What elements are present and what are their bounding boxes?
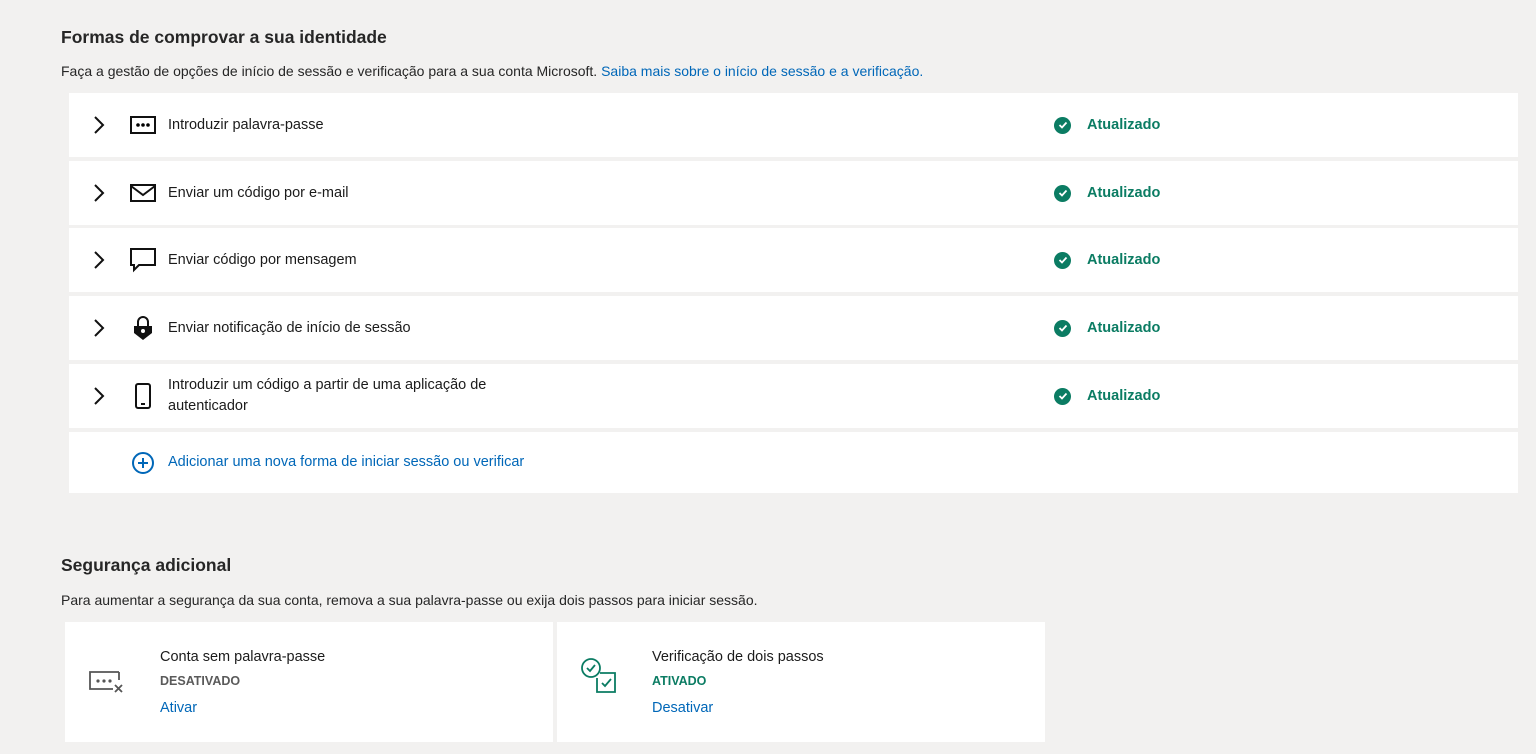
method-label: Enviar um código por e-mail [168,183,528,204]
lock-shield-icon [129,314,157,342]
method-row[interactable]: Enviar código por mensagem Atualizado [69,228,1518,292]
two-step-check-icon [579,656,619,696]
status-badge: Atualizado [1054,320,1160,337]
activate-link[interactable]: Ativar [160,700,197,716]
card-title: Verificação de dois passos [652,649,824,665]
status-badge: Atualizado [1054,185,1160,202]
identity-title: Formas de comprovar a sua identidade [61,27,387,48]
method-row[interactable]: Introduzir um código a partir de uma apl… [69,364,1518,428]
add-circle-icon [129,449,157,477]
method-label: Introduzir um código a partir de uma apl… [168,375,528,417]
chevron-right-icon[interactable] [91,115,107,135]
deactivate-link[interactable]: Desativar [652,700,713,716]
chevron-right-icon[interactable] [91,386,107,406]
security-description: Para aumentar a segurança da sua conta, … [61,592,758,608]
description-text: Faça a gestão de opções de início de ses… [61,63,597,79]
password-icon [129,111,157,139]
chevron-right-icon[interactable] [91,183,107,203]
method-row[interactable]: Enviar um código por e-mail Atualizado [69,161,1518,225]
card-status: ATIVADO [652,674,706,688]
check-circle-icon [1054,388,1071,405]
status-badge: Atualizado [1054,388,1160,405]
status-text: Atualizado [1087,388,1160,404]
status-text: Atualizado [1087,320,1160,336]
check-circle-icon [1054,185,1071,202]
chevron-right-icon[interactable] [91,250,107,270]
check-circle-icon [1054,252,1071,269]
method-row[interactable]: Introduzir palavra-passe Atualizado [69,93,1518,157]
passwordless-card: Conta sem palavra-passe DESATIVADO Ativa… [65,622,553,742]
method-label: Enviar código por mensagem [168,250,528,271]
method-label: Enviar notificação de início de sessão [168,318,528,339]
status-text: Atualizado [1087,252,1160,268]
status-badge: Atualizado [1054,252,1160,269]
method-label: Introduzir palavra-passe [168,115,528,136]
message-icon [129,246,157,274]
security-title: Segurança adicional [61,555,231,576]
check-circle-icon [1054,320,1071,337]
add-method-button[interactable]: Adicionar uma nova forma de iniciar sess… [69,432,1518,493]
chevron-right-icon[interactable] [91,318,107,338]
status-text: Atualizado [1087,117,1160,133]
add-method-label: Adicionar uma nova forma de iniciar sess… [168,452,524,473]
status-badge: Atualizado [1054,117,1160,134]
check-circle-icon [1054,117,1071,134]
phone-icon [129,382,157,410]
card-title: Conta sem palavra-passe [160,649,325,665]
identity-description: Faça a gestão de opções de início de ses… [61,63,923,79]
learn-more-link[interactable]: Saiba mais sobre o início de sessão e a … [601,63,923,79]
method-row[interactable]: Enviar notificação de início de sessão A… [69,296,1518,360]
card-status: DESATIVADO [160,674,240,688]
password-off-icon [87,658,127,698]
email-icon [129,179,157,207]
status-text: Atualizado [1087,185,1160,201]
two-step-card: Verificação de dois passos ATIVADO Desat… [557,622,1045,742]
